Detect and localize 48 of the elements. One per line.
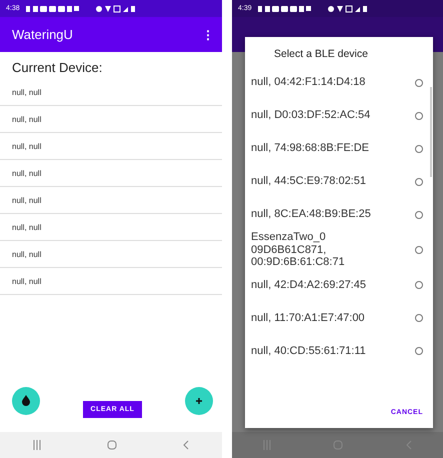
radio-button[interactable] [415, 210, 423, 218]
radio-button[interactable] [415, 246, 423, 254]
system-status-icons [96, 4, 136, 12]
device-option[interactable]: null, 44:5C:E9:78:02:51 [245, 165, 433, 198]
device-option[interactable]: null, 04:42:F1:14:D4:18 [245, 66, 433, 99]
add-button[interactable] [185, 387, 213, 415]
device-item[interactable]: null, null [12, 142, 42, 150]
section-heading: Current Device: [11, 59, 104, 77]
device-name: null, 42:D4:A2:69:27:45 [251, 279, 367, 292]
radio-button[interactable] [415, 314, 423, 322]
system-status-icons [328, 4, 368, 12]
recent-apps-icon[interactable] [33, 440, 41, 450]
device-name: null, 11:70:A1:E7:47:00 [251, 312, 366, 325]
dialog-title: Select a BLE device [273, 47, 369, 62]
back-icon[interactable] [183, 440, 189, 450]
drop-button[interactable] [12, 387, 40, 415]
device-option[interactable]: null, 8C:EA:48:B9:BE:25 [245, 198, 433, 231]
device-name: EssenzaTwo_0 09D6B61C871, 00:9D:6B:61:C8:71 [251, 231, 346, 269]
device-option[interactable]: EssenzaTwo_0 09D6B61C871, 00:9D:6B:61:C8:71 [245, 231, 433, 269]
radio-button[interactable] [415, 144, 423, 152]
radio-button[interactable] [415, 281, 423, 290]
device-option[interactable]: null, 42:D4:A2:69:27:45 [245, 268, 433, 302]
device-item[interactable]: null, null [12, 114, 42, 124]
device-item[interactable]: null, null [12, 276, 42, 286]
overflow-menu-button[interactable]: ⋮ [202, 28, 214, 42]
device-option[interactable]: null, 74:98:68:8B:FE:DE [245, 132, 433, 165]
radio-button[interactable] [415, 112, 423, 120]
radio-button[interactable] [415, 78, 423, 86]
device-item[interactable]: null, null [12, 250, 42, 258]
app-title: WateringU [12, 27, 73, 42]
device-option[interactable]: null, D0:03:DF:52:AC:54 [245, 99, 433, 132]
device-name: null, 8C:EA:48:B9:BE:25 [251, 208, 372, 221]
device-name: null, 40:CD:55:61:71:11 [251, 345, 367, 358]
device-item[interactable]: null, null [12, 88, 42, 96]
notification-icons [258, 4, 314, 12]
device-name: null, D0:03:DF:52:AC:54 [251, 109, 372, 122]
radio-button[interactable] [415, 178, 423, 186]
device-option[interactable]: null, 11:70:A1:E7:47:00 [245, 302, 433, 335]
device-option[interactable]: null, 40:CD:55:61:71:11 [245, 334, 433, 368]
device-name: null, 44:5C:E9:78:02:51 [251, 175, 367, 188]
home-icon[interactable] [107, 440, 117, 450]
radio-button[interactable] [415, 347, 423, 356]
device-name: null, 04:42:F1:14:D4:18 [251, 76, 366, 89]
device-name: null, 74:98:68:8B:FE:DE [251, 142, 370, 155]
device-item[interactable]: null, null [12, 196, 42, 204]
device-item[interactable]: null, null [12, 222, 42, 232]
device-item[interactable]: null, null [12, 168, 42, 178]
notification-icons [26, 4, 82, 12]
